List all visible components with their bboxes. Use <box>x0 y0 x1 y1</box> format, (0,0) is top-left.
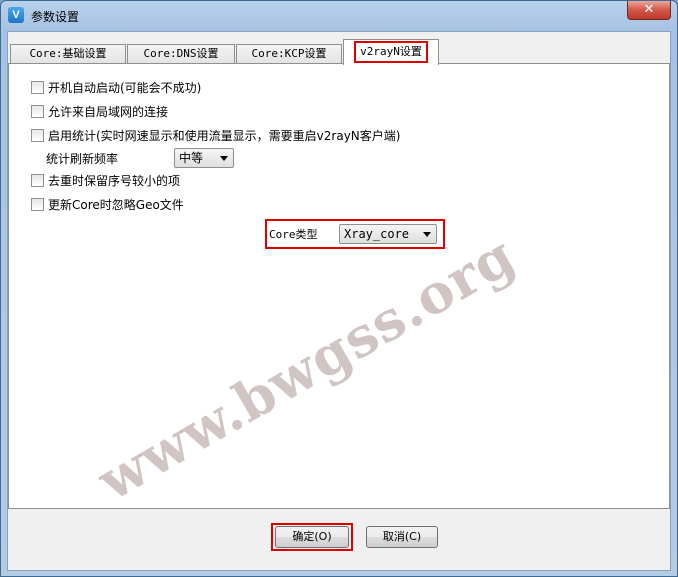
allow-lan-checkbox[interactable] <box>31 104 44 118</box>
cancel-button[interactable]: 取消(C) <box>366 526 438 548</box>
settings-window: V 参数设置 ✕ Core:基础设置 Core:DNS设置 Core:KCP设置… <box>0 0 678 577</box>
keep-smaller-option[interactable]: 去重时保留序号较小的项 <box>31 171 180 189</box>
tab-core-dns[interactable]: Core:DNS设置 <box>127 44 235 64</box>
core-type-select[interactable]: Xray_core <box>339 224 437 244</box>
ignore-geo-checkbox[interactable] <box>31 197 44 211</box>
tab-v2rayn-settings[interactable]: v2rayN设置 <box>343 39 439 65</box>
ignore-geo-option[interactable]: 更新Core时忽略Geo文件 <box>31 195 184 213</box>
autostart-label: 开机自动启动(可能会不成功) <box>48 80 202 95</box>
title-bar[interactable]: V 参数设置 ✕ <box>1 1 677 31</box>
tab-strip: Core:基础设置 Core:DNS设置 Core:KCP设置 v2rayN设置 <box>8 38 668 65</box>
stats-freq-select[interactable]: 中等 <box>174 148 234 168</box>
v2rayn-logo-icon: V <box>8 7 24 23</box>
enable-stats-option[interactable]: 启用统计(实时网速显示和使用流量显示，需要重启v2rayN客户端) <box>31 126 400 144</box>
keep-smaller-checkbox[interactable] <box>31 173 44 187</box>
tab-v2rayn-label: v2rayN设置 <box>354 41 428 63</box>
window-title: 参数设置 <box>31 10 80 24</box>
chevron-down-icon <box>220 156 228 161</box>
close-button[interactable]: ✕ <box>627 1 671 20</box>
stats-freq-value: 中等 <box>179 151 204 165</box>
ignore-geo-label: 更新Core时忽略Geo文件 <box>48 197 184 212</box>
stats-freq-row: 统计刷新频率 <box>46 149 118 167</box>
tab-core-basic[interactable]: Core:基础设置 <box>10 44 126 64</box>
enable-stats-checkbox[interactable] <box>31 128 44 142</box>
autostart-option[interactable]: 开机自动启动(可能会不成功) <box>31 78 201 96</box>
allow-lan-label: 允许来自局域网的连接 <box>48 104 169 119</box>
allow-lan-option[interactable]: 允许来自局域网的连接 <box>31 102 168 120</box>
chevron-down-icon <box>423 232 431 237</box>
autostart-checkbox[interactable] <box>31 80 44 94</box>
tab-core-kcp[interactable]: Core:KCP设置 <box>236 44 342 64</box>
core-type-label: Core类型 <box>269 228 318 241</box>
enable-stats-label: 启用统计(实时网速显示和使用流量显示，需要重启v2rayN客户端) <box>48 128 401 143</box>
dialog-client-area: Core:基础设置 Core:DNS设置 Core:KCP设置 v2rayN设置… <box>7 31 671 571</box>
stats-freq-label: 统计刷新频率 <box>46 151 119 166</box>
ok-button[interactable]: 确定(O) <box>275 526 349 548</box>
core-type-value: Xray_core <box>344 227 410 241</box>
keep-smaller-label: 去重时保留序号较小的项 <box>48 173 181 188</box>
v2rayn-settings-panel: 开机自动启动(可能会不成功) 允许来自局域网的连接 启用统计(实时网速显示和使用… <box>8 63 670 509</box>
